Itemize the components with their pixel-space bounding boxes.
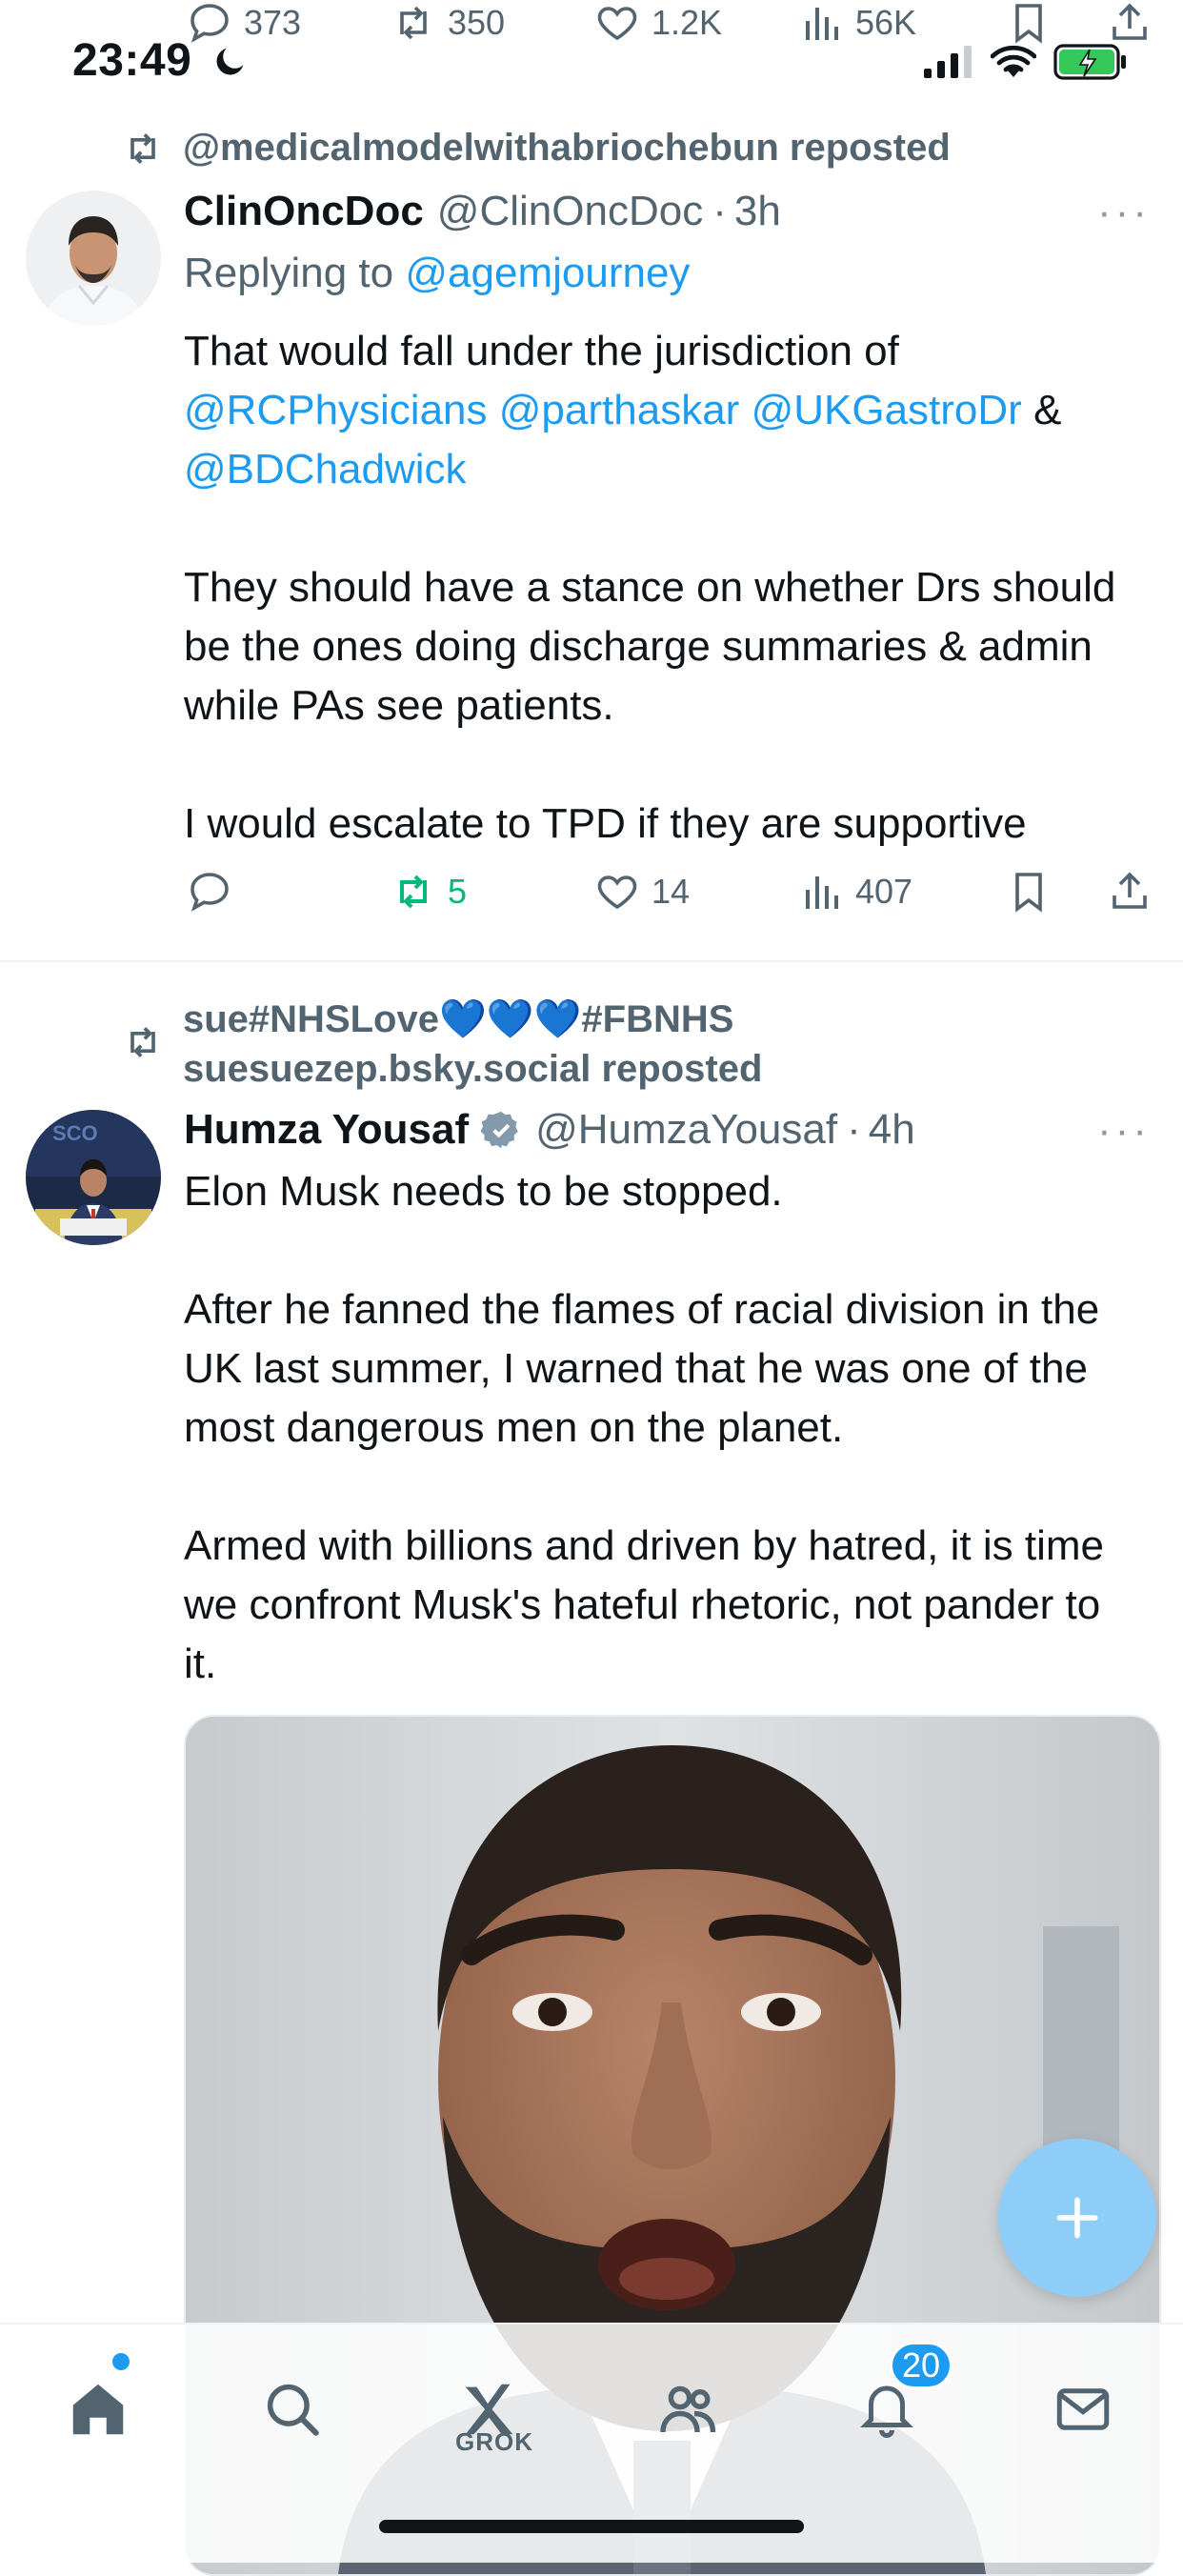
repost-icon (391, 869, 436, 915)
svg-text:SCO: SCO (52, 1121, 98, 1145)
heart-icon (594, 869, 640, 915)
home-icon (65, 2376, 131, 2443)
repost-indicator[interactable]: @medicalmodelwithabriochebun reposted (122, 124, 951, 171)
avatar[interactable] (26, 191, 161, 326)
ampersand: & (1033, 387, 1062, 433)
repost-count: 350 (448, 3, 506, 42)
views-icon (798, 869, 844, 915)
repost-button[interactable]: 350 (391, 0, 505, 46)
display-name[interactable]: Humza Yousaf (184, 1103, 469, 1157)
status-time: 23:49 (72, 35, 192, 86)
views-count: 407 (855, 872, 913, 911)
user-handle[interactable]: @ClinOncDoc (437, 185, 703, 238)
reply-count: 373 (244, 3, 302, 42)
share-icon (1107, 0, 1153, 46)
bookmark-icon (1006, 869, 1052, 915)
tweet-text: That would fall under the jurisdiction o… (184, 322, 1155, 854)
reposted-by-label: suesuezep.bsky.social reposted (183, 1048, 763, 1090)
repost-indicator[interactable]: sue#NHSLove💙💙💙#FBNHS suesuezep.bsky.soci… (122, 995, 762, 1094)
home-indicator[interactable] (379, 2520, 804, 2533)
like-button[interactable]: 14 (594, 869, 690, 915)
repost-button[interactable]: 5 (391, 869, 467, 915)
display-name[interactable]: ClinOncDoc (184, 185, 424, 238)
reply-button[interactable] (187, 869, 244, 915)
timestamp[interactable]: 3h (734, 185, 781, 238)
replying-to: Replying to @agemjourney (184, 250, 690, 297)
views-button[interactable]: 56K (798, 0, 916, 46)
envelope-icon (1052, 2378, 1114, 2441)
tweet-header: ClinOncDoc @ClinOncDoc · 3h (184, 185, 781, 238)
separator-dot: · (847, 1106, 861, 1153)
focus-moon-icon (211, 42, 250, 80)
mention-link[interactable]: @parthaskar (499, 387, 740, 433)
signal-icon (924, 46, 973, 78)
bookmark-icon (1006, 0, 1052, 46)
repost-icon (122, 128, 164, 170)
user-handle[interactable]: @HumzaYousaf (535, 1103, 837, 1157)
nav-home[interactable] (46, 2357, 150, 2462)
tweet-paragraph: They should have a stance on whether Drs… (184, 564, 1116, 729)
repost-count: 5 (448, 872, 468, 911)
like-count: 14 (652, 872, 691, 911)
status-bar: 373 350 1.2K 56K 23:49 (0, 0, 1183, 91)
tweet-paragraph: I would escalate to TPD if they are supp… (184, 800, 1027, 847)
new-posts-dot (112, 2353, 130, 2370)
nav-communities[interactable] (636, 2357, 741, 2462)
tweet-header: Humza Yousaf @HumzaYousaf · 4h (184, 1103, 915, 1157)
timestamp[interactable]: 4h (869, 1103, 915, 1157)
verified-badge-icon (480, 1109, 522, 1151)
plus-icon (1051, 2191, 1104, 2244)
reply-button[interactable]: 373 (187, 0, 301, 46)
nav-messages[interactable] (1031, 2357, 1135, 2462)
search-icon (261, 2378, 324, 2441)
heart-icon (594, 0, 640, 46)
repost-icon (122, 1021, 164, 1063)
share-icon (1107, 869, 1153, 915)
tweet-text: Elon Musk needs to be stopped. After he … (184, 1162, 1155, 1694)
notifications-badge: 20 (890, 2342, 953, 2389)
tweet-paragraph: Elon Musk needs to be stopped. (184, 1168, 783, 1215)
wifi-icon (991, 45, 1036, 79)
replying-to-handle[interactable]: @agemjourney (405, 250, 690, 296)
bookmark-button[interactable] (1006, 0, 1052, 46)
tweet-divider (0, 960, 1183, 962)
views-count: 56K (855, 3, 917, 42)
tweet-actions: 5 14 407 (0, 869, 1183, 926)
like-count: 1.2K (652, 3, 723, 42)
more-options-button[interactable]: ··· (1097, 1107, 1151, 1155)
nav-search[interactable] (240, 2357, 345, 2462)
share-button[interactable] (1107, 0, 1153, 46)
compose-post-button[interactable] (998, 2139, 1156, 2297)
views-button[interactable]: 407 (798, 869, 912, 915)
system-icons (924, 44, 1128, 80)
reply-icon (187, 0, 232, 46)
like-button[interactable]: 1.2K (594, 0, 722, 46)
reposted-by-label: @medicalmodelwithabriochebun reposted (183, 127, 951, 169)
mention-link[interactable]: @BDChadwick (184, 446, 467, 493)
repost-icon (391, 0, 436, 46)
separator-dot: · (712, 188, 727, 234)
reposted-by-name: sue#NHSLove💙💙💙#FBNHS (183, 998, 734, 1040)
more-options-button[interactable]: ··· (1097, 189, 1151, 236)
tweet-text-line: That would fall under the jurisdiction o… (184, 328, 899, 374)
mention-link[interactable]: @RCPhysicians (184, 387, 488, 433)
tweet-paragraph: Armed with billions and driven by hatred… (184, 1522, 1104, 1687)
views-icon (798, 0, 844, 46)
grok-label: GROK (455, 2427, 533, 2456)
tweet-paragraph: After he fanned the flames of racial div… (184, 1286, 1100, 1451)
avatar[interactable]: SCO (26, 1110, 161, 1245)
reposted-by: sue#NHSLove💙💙💙#FBNHS suesuezep.bsky.soci… (183, 995, 762, 1094)
communities-icon (654, 2375, 723, 2444)
replying-to-label: Replying to (184, 250, 394, 296)
mention-link[interactable]: @UKGastroDr (752, 387, 1022, 433)
share-button[interactable] (1107, 869, 1153, 915)
reply-icon (187, 869, 232, 915)
battery-charging-icon (1053, 44, 1128, 80)
bookmark-button[interactable] (1006, 869, 1052, 915)
